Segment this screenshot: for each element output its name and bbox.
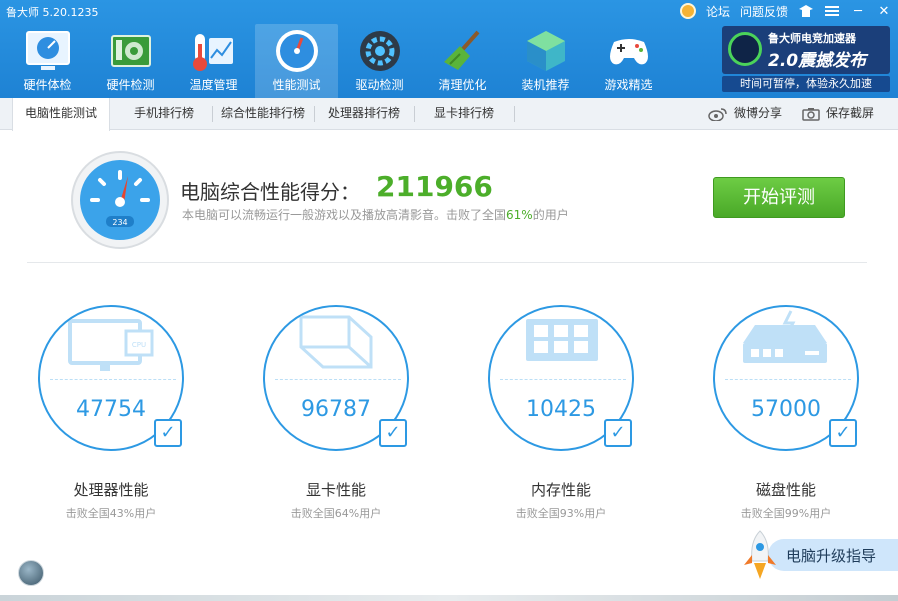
promo-line3: 时间可暂停，体验永久加速 (722, 76, 890, 92)
promo-banner[interactable]: 鲁大师电竞加速器 2.0震撼发布 时间可暂停，体验永久加速 (722, 26, 890, 92)
tab-gpu-rank[interactable]: 显卡排行榜 (416, 98, 512, 129)
promo-line2: 2.0震撼发布 (768, 51, 867, 71)
performance-gauge-icon: 234 (70, 150, 170, 250)
bottom-strip (0, 595, 898, 601)
nav-label: 游戏精选 (604, 78, 653, 92)
metric-sub: 击败全国93%用户 (515, 507, 607, 520)
metric-sub: 击败全国43%用户 (65, 507, 157, 520)
app-title: 鲁大师 5.20.1235 (6, 6, 99, 19)
hardware-check-icon (25, 28, 71, 74)
feedback-link[interactable]: 问题反馈 (740, 3, 788, 20)
svg-text:CPU: CPU (132, 341, 146, 349)
forum-link[interactable]: 论坛 (706, 3, 730, 20)
score-desc-percent: 61% (506, 208, 533, 222)
tab-bar: 电脑性能测试 手机排行榜 综合性能排行榜 处理器排行榜 显卡排行榜 微博分享 保… (0, 98, 898, 131)
check-icon: ✓ (379, 419, 407, 447)
upgrade-guide-button[interactable]: 电脑升级指导 (738, 529, 898, 581)
nav-hardware-detect[interactable]: 硬件检测 (89, 24, 172, 98)
driver-gear-icon (357, 28, 403, 74)
nav-label: 温度管理 (189, 78, 238, 92)
rocket-icon (744, 530, 776, 579)
nav-label: 清理优化 (438, 78, 487, 92)
nav-games[interactable]: 游戏精选 (587, 24, 670, 98)
metric-name: 处理器性能 (73, 481, 149, 499)
broom-icon (440, 28, 486, 74)
tab-cpu-rank[interactable]: 处理器排行榜 (316, 98, 412, 129)
nav-label: 性能测试 (272, 78, 321, 92)
nav-performance[interactable]: 性能测试 (255, 24, 338, 98)
tab-separator (212, 106, 213, 122)
divider (27, 262, 867, 263)
tab-phone-rank[interactable]: 手机排行榜 (118, 98, 210, 129)
check-icon: ✓ (154, 419, 182, 447)
close-icon[interactable]: ✕ (876, 4, 892, 19)
accelerator-logo-icon (728, 32, 762, 66)
upgrade-guide-label: 电脑升级指导 (786, 547, 877, 565)
memory-chip-icon (526, 319, 598, 361)
metric-sub: 击败全国99%用户 (740, 507, 832, 520)
nav-driver[interactable]: 驱动检测 (338, 24, 421, 98)
top-right-links: 论坛 问题反馈 ─ ✕ (679, 2, 892, 20)
score-desc-prefix: 本电脑可以流畅运行一般游戏以及播放高清影音。击败了全国 (182, 208, 507, 222)
nav-build-recommend[interactable]: 装机推荐 (504, 24, 587, 98)
dashed-line (500, 379, 626, 380)
main-nav: 硬件体检 硬件检测 温度管理 性能测试 驱动检测 清理优化 装机推荐 游戏精选 (6, 24, 670, 98)
hardware-detect-icon (108, 28, 154, 74)
start-test-button[interactable]: 开始评测 (713, 177, 845, 218)
metric-sub: 击败全国64%用户 (290, 507, 382, 520)
minimize-icon[interactable]: ─ (850, 4, 866, 19)
metric-name: 磁盘性能 (755, 481, 816, 499)
check-icon: ✓ (829, 419, 857, 447)
camera-icon (802, 107, 820, 121)
nav-label: 硬件体检 (23, 78, 72, 92)
nav-temperature[interactable]: 温度管理 (172, 24, 255, 98)
avatar[interactable] (18, 560, 44, 586)
nav-hardware-check[interactable]: 硬件体检 (6, 24, 89, 98)
score-desc-suffix: 的用户 (532, 208, 569, 222)
header: 鲁大师 5.20.1235 论坛 问题反馈 ─ ✕ 硬件体检 硬件检测 温度管理… (0, 0, 898, 98)
promo-line1: 鲁大师电竞加速器 (768, 32, 856, 45)
cube-icon (523, 28, 569, 74)
check-icon: ✓ (604, 419, 632, 447)
dashed-line (275, 379, 401, 380)
metric-name: 内存性能 (530, 481, 591, 499)
monitor-cpu-icon: CPU (68, 319, 154, 371)
performance-gauge-icon (274, 28, 320, 74)
nav-label: 硬件检测 (106, 78, 155, 92)
tab-separator (314, 106, 315, 122)
dashed-line (725, 379, 851, 380)
nav-label: 驱动检测 (355, 78, 404, 92)
save-screenshot-label: 保存截屏 (826, 106, 875, 120)
temperature-icon (191, 28, 237, 74)
weibo-icon (708, 107, 727, 121)
menu-icon[interactable] (824, 3, 840, 19)
gauge-text: 234 (112, 218, 127, 227)
medal-icon[interactable] (679, 3, 696, 19)
score-value: 211966 (376, 170, 493, 203)
tab-pc-test[interactable]: 电脑性能测试 (12, 98, 110, 131)
nav-cleanup[interactable]: 清理优化 (421, 24, 504, 98)
score-title: 电脑综合性能得分： (180, 180, 360, 204)
tab-separator (414, 106, 415, 122)
tab-overall-rank[interactable]: 综合性能排行榜 (214, 98, 312, 129)
gpu-cube-icon (299, 315, 373, 369)
gamepad-icon (606, 28, 652, 74)
skin-icon[interactable] (798, 3, 814, 19)
save-screenshot-button[interactable]: 保存截屏 (802, 98, 874, 129)
metric-name: 显卡性能 (305, 481, 366, 499)
weibo-share-label: 微博分享 (734, 106, 783, 120)
nav-label: 装机推荐 (521, 78, 570, 92)
promo-box: 鲁大师电竞加速器 2.0震撼发布 (722, 26, 890, 74)
weibo-share-button[interactable]: 微博分享 (708, 98, 782, 129)
dashed-line (50, 379, 176, 380)
score-description: 本电脑可以流畅运行一般游戏以及播放高清影音。击败了全国61%的用户 (182, 206, 569, 223)
tab-separator (514, 106, 515, 122)
disk-drive-icon (743, 310, 827, 363)
